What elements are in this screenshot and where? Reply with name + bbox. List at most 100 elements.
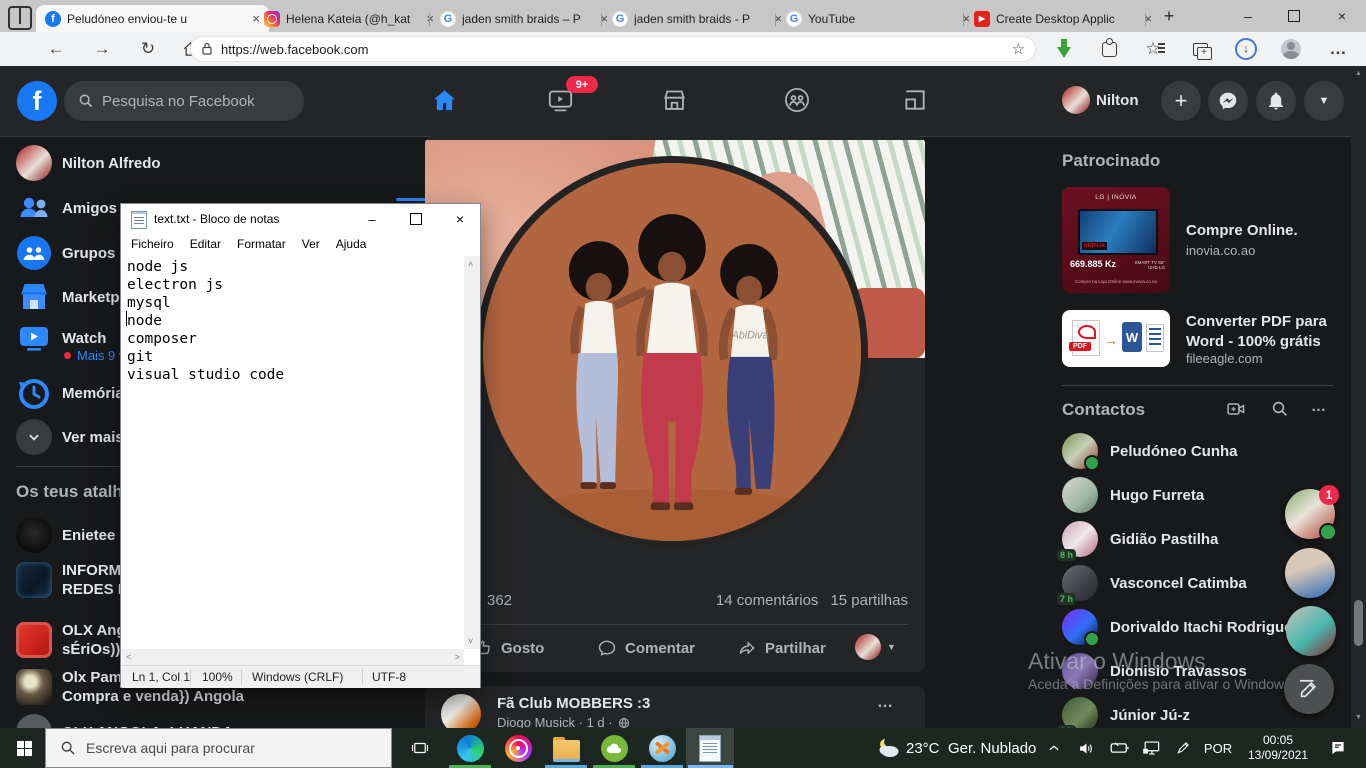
tab-youtube-home[interactable]: G YouTube × — [777, 5, 979, 32]
task-view-button[interactable] — [397, 728, 443, 768]
profile-avatar[interactable] — [1062, 86, 1090, 114]
volume-icon[interactable] — [1074, 728, 1098, 768]
taskbar-search-input[interactable]: Escreva aqui para procurar — [45, 728, 392, 768]
ad-thumbnail-pdf-word[interactable]: PDF → W — [1062, 310, 1170, 367]
back-icon[interactable]: ← — [38, 32, 74, 66]
nav-marketplace-tab[interactable] — [650, 76, 698, 124]
profile-name[interactable]: Nilton — [1096, 92, 1139, 109]
notepad-minimize-button[interactable]: – — [350, 204, 394, 234]
url-text[interactable]: https://web.facebook.com — [221, 42, 1004, 57]
menu-ficheiro[interactable]: Ficheiro — [123, 234, 182, 256]
refresh-icon[interactable]: ↻ — [130, 32, 166, 66]
nav-groups-tab[interactable] — [773, 76, 821, 124]
tab-search-icon[interactable] — [8, 6, 32, 30]
window-close-button[interactable]: × — [1318, 0, 1366, 32]
window-maximize-button[interactable] — [1271, 0, 1317, 32]
scrollbar-thumb[interactable] — [1354, 600, 1363, 646]
scroll-down-arrow[interactable]: ▼ — [1355, 714, 1362, 721]
taskbar-app-itunes[interactable] — [494, 728, 542, 768]
facebook-search-input[interactable]: Pesquisa no Facebook — [64, 81, 304, 121]
tab-facebook[interactable]: f Peludóneo enviou-te u × — [36, 5, 269, 32]
share-button[interactable]: Partilhar — [737, 630, 826, 666]
notepad-maximize-button[interactable] — [394, 204, 438, 234]
notifications-button[interactable] — [1256, 81, 1296, 121]
facebook-logo[interactable]: f — [17, 81, 57, 121]
page-scrollbar[interactable]: ▲ ▼ — [1351, 66, 1366, 728]
comments-count[interactable]: 14 comentários — [716, 592, 819, 609]
ad-title-line1[interactable]: Converter PDF para — [1186, 312, 1327, 332]
downloads-icon[interactable]: ↓ — [1228, 32, 1264, 66]
nav-gaming-tab[interactable] — [891, 76, 939, 124]
address-bar[interactable]: https://web.facebook.com ☆ — [190, 36, 1036, 62]
new-message-button[interactable] — [1284, 664, 1334, 714]
ad-title[interactable]: Compre Online. — [1186, 222, 1298, 239]
tab-instagram[interactable]: Helena Kateia (@h_kat × — [255, 5, 443, 32]
nav-home-tab[interactable] — [420, 76, 468, 124]
post-circle-photo[interactable]: AbiDiva — [476, 156, 868, 548]
notepad-horizontal-scrollbar[interactable]: ˂ ˃ — [122, 649, 464, 665]
contacts-search-icon[interactable] — [1271, 400, 1289, 418]
taskbar-app-edge[interactable] — [446, 728, 494, 768]
scroll-left-icon[interactable]: ˂ — [126, 652, 131, 662]
page-name[interactable]: Fã Club MOBBERS :3 — [497, 695, 650, 712]
scroll-right-icon[interactable]: ˃ — [455, 652, 460, 662]
scroll-up-icon[interactable]: ˄ — [468, 259, 473, 269]
notepad-titlebar[interactable]: text.txt - Bloco de notas – × — [121, 204, 480, 234]
create-button[interactable]: + — [1161, 81, 1201, 121]
shares-count[interactable]: 15 partilhas — [830, 592, 908, 609]
like-button[interactable]: Gosto — [473, 630, 544, 666]
menu-ver[interactable]: Ver — [294, 234, 328, 256]
tab-youtube-video[interactable]: ▶ Create Desktop Applic × — [965, 5, 1161, 32]
new-room-icon[interactable] — [1226, 399, 1246, 419]
sidebar-item-profile[interactable]: Nilton Alfredo — [16, 145, 420, 181]
menu-formatar[interactable]: Formatar — [229, 234, 294, 256]
clock[interactable]: 00:05 13/09/2021 — [1240, 728, 1316, 768]
battery-icon[interactable] — [1107, 728, 1133, 768]
ad-thumbnail-lg-tv[interactable]: LG | INOVIA NETFLIX 669.885 Kz SMART TV … — [1062, 187, 1170, 293]
taskbar-app-notepad-active[interactable] — [686, 728, 734, 768]
contact-row[interactable]: Peludóneo Cunha — [1062, 429, 1336, 473]
action-center-icon[interactable] — [1322, 728, 1354, 768]
chat-head[interactable] — [1286, 606, 1336, 656]
weather-description[interactable]: Ger. Nublado — [948, 728, 1036, 768]
download-manager-icon[interactable] — [1046, 32, 1082, 66]
post-more-icon[interactable]: … — [877, 694, 894, 712]
scroll-down-icon[interactable]: ˅ — [468, 636, 473, 646]
settings-menu-icon[interactable]: … — [1320, 32, 1356, 66]
messenger-button[interactable] — [1208, 81, 1248, 121]
reaction-count[interactable]: 362 — [487, 592, 512, 609]
taskbar-app-cloud[interactable] — [590, 728, 638, 768]
notepad-close-button[interactable]: × — [438, 204, 482, 234]
profile-avatar[interactable] — [1273, 32, 1309, 66]
comment-button[interactable]: Comentar — [597, 630, 695, 666]
favorites-icon[interactable]: ☆ — [1135, 32, 1171, 66]
new-tab-button[interactable]: + — [1155, 4, 1183, 28]
forward-icon[interactable]: → — [84, 32, 120, 66]
chat-head[interactable] — [1285, 548, 1335, 598]
add-favorite-icon[interactable]: ☆ — [1012, 40, 1025, 58]
window-minimize-button[interactable]: – — [1225, 0, 1271, 32]
scroll-up-arrow[interactable]: ▲ — [1355, 70, 1362, 77]
notepad-text-area[interactable]: node js electron js mysql node composer … — [122, 256, 464, 649]
language-indicator[interactable]: POR — [1200, 728, 1236, 768]
comment-as-selector[interactable]: ▼ — [855, 634, 896, 660]
weather-temp[interactable]: 23°C — [906, 728, 940, 768]
extension-icon[interactable] — [1091, 32, 1127, 66]
tab-google-search-2[interactable]: G jaden smith braids - P × — [603, 5, 791, 32]
network-icon[interactable] — [1138, 728, 1164, 768]
tray-expand-icon[interactable] — [1042, 728, 1066, 768]
weather-icon[interactable] — [872, 728, 906, 768]
tab-google-search-1[interactable]: G jaden smith braids – P × — [431, 5, 617, 32]
taskbar-app-explorer[interactable] — [542, 728, 590, 768]
chat-head[interactable]: 1 — [1285, 489, 1335, 539]
notepad-window[interactable]: text.txt - Bloco de notas – × Ficheiro E… — [120, 203, 481, 688]
notepad-vertical-scrollbar[interactable]: ˄ ˅ — [464, 256, 480, 649]
start-button[interactable] — [0, 728, 48, 768]
taskbar-app-globe[interactable] — [638, 728, 686, 768]
pen-icon[interactable] — [1170, 728, 1196, 768]
menu-ajuda[interactable]: Ajuda — [328, 234, 375, 256]
collections-icon[interactable]: + — [1182, 32, 1218, 66]
ad-title-line2[interactable]: Word - 100% grátis — [1186, 332, 1327, 352]
contacts-more-icon[interactable]: … — [1311, 398, 1327, 415]
menu-editar[interactable]: Editar — [182, 234, 229, 256]
